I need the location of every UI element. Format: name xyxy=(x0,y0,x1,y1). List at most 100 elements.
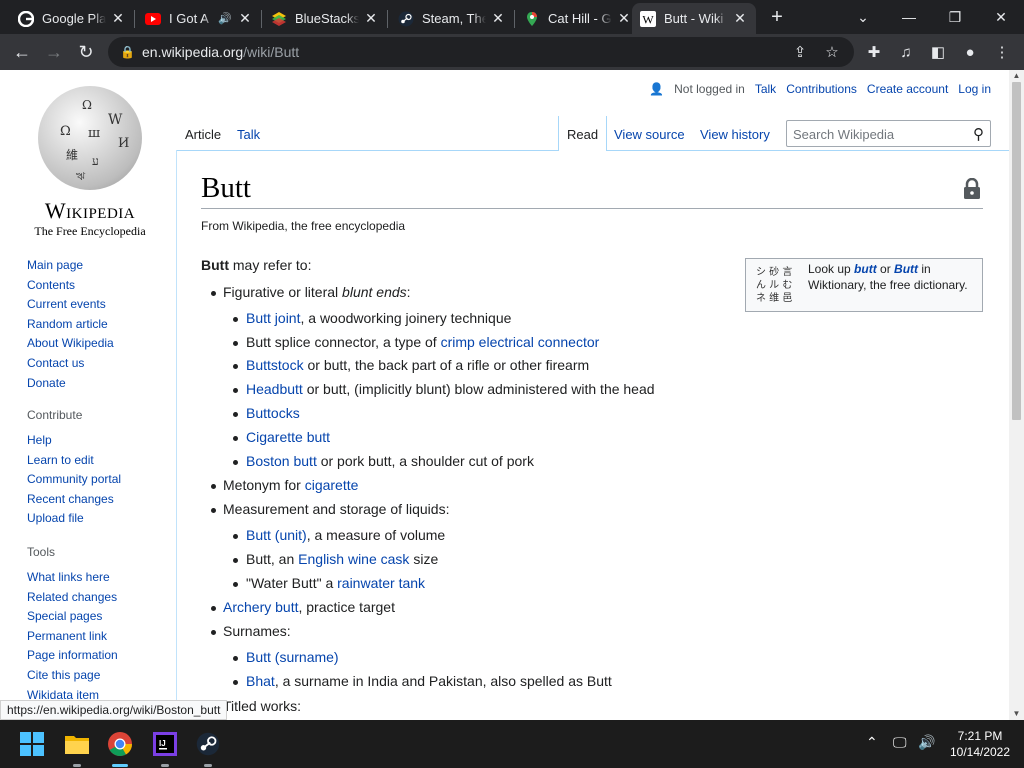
share-icon[interactable]: ⇪ xyxy=(790,43,810,63)
close-icon[interactable]: ✕ xyxy=(110,10,126,27)
link-boston-butt[interactable]: Boston butt xyxy=(246,453,317,469)
sidebar-item-recent-changes[interactable]: Recent changes xyxy=(27,490,121,510)
sidebar-item-current-events[interactable]: Current events xyxy=(27,295,114,315)
sidebar-item-donate[interactable]: Donate xyxy=(27,374,114,394)
tab-youtube[interactable]: I Got A 🔊 ✕ xyxy=(137,3,261,34)
forward-button[interactable]: → xyxy=(40,38,68,66)
tab-view-history[interactable]: View history xyxy=(700,127,770,142)
maximize-button[interactable]: ❐ xyxy=(932,0,978,34)
close-icon[interactable]: ✕ xyxy=(490,10,506,27)
sidebar-item-contact[interactable]: Contact us xyxy=(27,354,114,374)
sidebar-item-learn-to-edit[interactable]: Learn to edit xyxy=(27,451,121,471)
list-item-text: Measurement and storage of liquids: xyxy=(223,501,450,518)
back-button[interactable]: ← xyxy=(8,38,36,66)
page-scrollbar[interactable]: ▲ ▼ xyxy=(1009,70,1024,720)
wiktionary-link-butt[interactable]: butt xyxy=(854,262,877,276)
sidebar-item-related-changes[interactable]: Related changes xyxy=(27,588,118,608)
lock-icon[interactable]: 🔒 xyxy=(120,45,135,59)
link-archery-butt[interactable]: Archery butt xyxy=(223,599,298,615)
wikipedia-logo[interactable]: Ω W Ω ш И 維 ע ঋ Wikipedia The Free Encyc… xyxy=(20,84,160,244)
scroll-down-arrow-icon[interactable]: ▼ xyxy=(1009,708,1024,720)
link-english-wine-cask[interactable]: English wine cask xyxy=(298,551,409,567)
close-icon[interactable]: ✕ xyxy=(363,10,379,27)
tab-view-source[interactable]: View source xyxy=(614,127,685,142)
contributions-link[interactable]: Contributions xyxy=(786,82,857,96)
tray-chevron-up-icon[interactable]: ⌃ xyxy=(866,734,878,751)
link-buttstock[interactable]: Buttstock xyxy=(246,357,304,373)
profile-avatar-icon[interactable]: ● xyxy=(956,38,984,66)
steam-icon xyxy=(398,11,414,26)
sidebar-item-random-article[interactable]: Random article xyxy=(27,315,114,335)
sidebar-item-page-information[interactable]: Page information xyxy=(27,646,118,666)
lead-bold: Butt xyxy=(201,257,229,273)
close-icon[interactable]: ✕ xyxy=(732,10,748,27)
link-buttocks[interactable]: Buttocks xyxy=(246,405,300,421)
tab-read[interactable]: Read xyxy=(567,127,598,142)
list-item: Butt, an English wine cask size xyxy=(223,548,741,572)
sidebar-item-what-links-here[interactable]: What links here xyxy=(27,568,118,588)
sidebar-item-about[interactable]: About Wikipedia xyxy=(27,334,114,354)
padlock-icon[interactable] xyxy=(963,178,981,200)
network-monitor-icon[interactable]: 🖵 xyxy=(893,734,907,751)
speaker-icon[interactable]: 🔊 xyxy=(217,12,233,25)
link-cigarette[interactable]: cigarette xyxy=(305,477,359,493)
search-icon[interactable]: ⚲ xyxy=(973,125,984,143)
reload-button[interactable]: ↻ xyxy=(72,38,100,66)
link-rainwater-tank[interactable]: rainwater tank xyxy=(337,575,425,591)
tab-talk[interactable]: Talk xyxy=(237,127,260,142)
steam-taskbar-icon[interactable] xyxy=(192,728,224,760)
link-headbutt[interactable]: Headbutt xyxy=(246,381,303,397)
minimize-button[interactable]: — xyxy=(886,0,932,34)
scroll-up-arrow-icon[interactable]: ▲ xyxy=(1009,70,1024,82)
sidebar-item-cite-this-page[interactable]: Cite this page xyxy=(27,666,118,686)
link-crimp-connector[interactable]: crimp electrical connector xyxy=(441,334,600,350)
sidebar-item-main-page[interactable]: Main page xyxy=(27,256,114,276)
link-butt-unit[interactable]: Butt (unit) xyxy=(246,527,307,543)
chrome-icon[interactable] xyxy=(104,728,136,760)
tab-article[interactable]: Article xyxy=(185,127,221,142)
sidebar-item-upload-file[interactable]: Upload file xyxy=(27,509,121,529)
system-clock[interactable]: 7:21 PM 10/14/2022 xyxy=(945,728,1015,760)
extensions-puzzle-icon[interactable]: ✚ xyxy=(860,38,888,66)
tab-search-chevron-icon[interactable]: ⌄ xyxy=(840,0,886,34)
tab-bluestacks[interactable]: BlueStacks ✕ xyxy=(263,3,387,34)
media-control-icon[interactable]: ♫ xyxy=(892,38,920,66)
volume-icon[interactable]: 🔊 xyxy=(918,734,935,751)
link-cigarette-butt[interactable]: Cigarette butt xyxy=(246,429,330,445)
sidebar-item-community-portal[interactable]: Community portal xyxy=(27,470,121,490)
link-bhat[interactable]: Bhat xyxy=(246,673,275,689)
sidebar-item-help[interactable]: Help xyxy=(27,431,121,451)
side-panel-icon[interactable]: ◧ xyxy=(924,38,952,66)
tab-maps[interactable]: Cat Hill - G ✕ xyxy=(516,3,640,34)
intellij-icon[interactable]: IJ xyxy=(149,728,181,760)
list-item: Boston butt or pork butt, a shoulder cut… xyxy=(223,450,741,474)
windows-start-icon[interactable] xyxy=(16,728,48,760)
list-item: Buttstock or butt, the back part of a ri… xyxy=(223,354,741,378)
close-icon[interactable]: ✕ xyxy=(616,10,632,27)
log-in-link[interactable]: Log in xyxy=(958,82,991,96)
wiktionary-link-Butt[interactable]: Butt xyxy=(894,262,918,276)
close-icon[interactable]: ✕ xyxy=(237,10,253,27)
menu-kebab-icon[interactable]: ⋮ xyxy=(988,38,1016,66)
sidebar-item-contents[interactable]: Contents xyxy=(27,276,114,296)
list-item: Butt splice connector, a type of crimp e… xyxy=(223,331,741,355)
link-butt-joint[interactable]: Butt joint xyxy=(246,310,300,326)
sidebar-item-special-pages[interactable]: Special pages xyxy=(27,607,118,627)
clock-date: 10/14/2022 xyxy=(949,745,1011,759)
new-tab-button[interactable]: + xyxy=(766,6,788,28)
bookmark-star-icon[interactable]: ☆ xyxy=(822,43,842,63)
tab-steam[interactable]: Steam, The ✕ xyxy=(390,3,514,34)
file-explorer-icon[interactable] xyxy=(61,728,93,760)
list-item-text: "Water Butt" a xyxy=(246,574,338,591)
create-account-link[interactable]: Create account xyxy=(867,82,948,96)
close-window-button[interactable]: ✕ xyxy=(978,0,1024,34)
talk-link[interactable]: Talk xyxy=(755,82,776,96)
scrollbar-thumb[interactable] xyxy=(1012,82,1021,420)
link-butt-surname[interactable]: Butt (surname) xyxy=(246,649,339,665)
tab-google-play[interactable]: Google Play ✕ xyxy=(10,3,134,34)
search-input[interactable] xyxy=(793,125,963,143)
url-text[interactable]: en.wikipedia.org/wiki/Butt xyxy=(142,44,299,60)
address-bar[interactable]: 🔒 en.wikipedia.org/wiki/Butt ⇪ ☆ xyxy=(108,37,854,67)
tab-wikipedia[interactable]: W Butt - Wiki ✕ xyxy=(632,3,756,34)
sidebar-item-permanent-link[interactable]: Permanent link xyxy=(27,627,118,647)
